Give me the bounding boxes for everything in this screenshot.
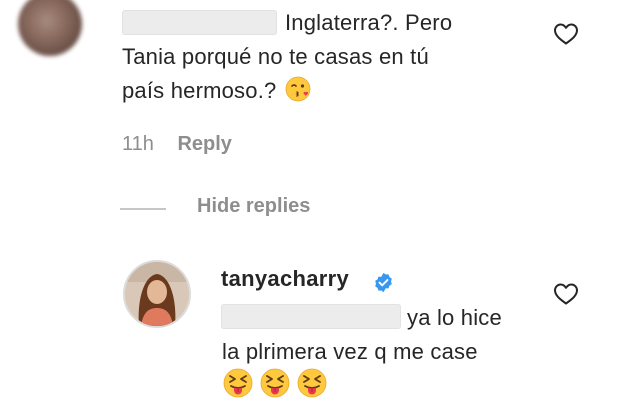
heart-icon[interactable] [553,22,579,46]
comment-line-2: Tania porqué no te casas en tú [122,44,429,69]
hide-replies-button[interactable]: Hide replies [197,195,310,218]
reply-button[interactable]: Reply [177,133,231,155]
comment-line-3: país hermoso.? [122,74,311,108]
redacted-mention [221,304,401,329]
verified-badge-icon [375,272,392,293]
comment-line-3-text: país hermoso.? [122,78,277,103]
reply-line-2: la plrimera vez q me case [222,339,478,364]
redacted-username [122,10,277,35]
reply-username[interactable]: tanyacharry [221,266,349,292]
commenter-avatar-blurred[interactable] [18,0,82,56]
comment-line-1: Inglaterra?. Pero [285,10,453,35]
comment-meta: 11h Reply [122,133,232,156]
comment-timestamp: 11h [122,133,154,155]
kissing-wink-emoji [285,76,311,102]
reply-line-1: ya lo hice [407,305,502,330]
heart-icon[interactable] [553,282,579,306]
squinting-tongue-emoji [260,368,290,398]
avatar-photo [125,262,189,326]
reply-emojis [223,368,327,398]
squinting-tongue-emoji [223,368,253,398]
replies-divider [120,208,166,210]
squinting-tongue-emoji [297,368,327,398]
reply-avatar[interactable] [123,260,191,328]
